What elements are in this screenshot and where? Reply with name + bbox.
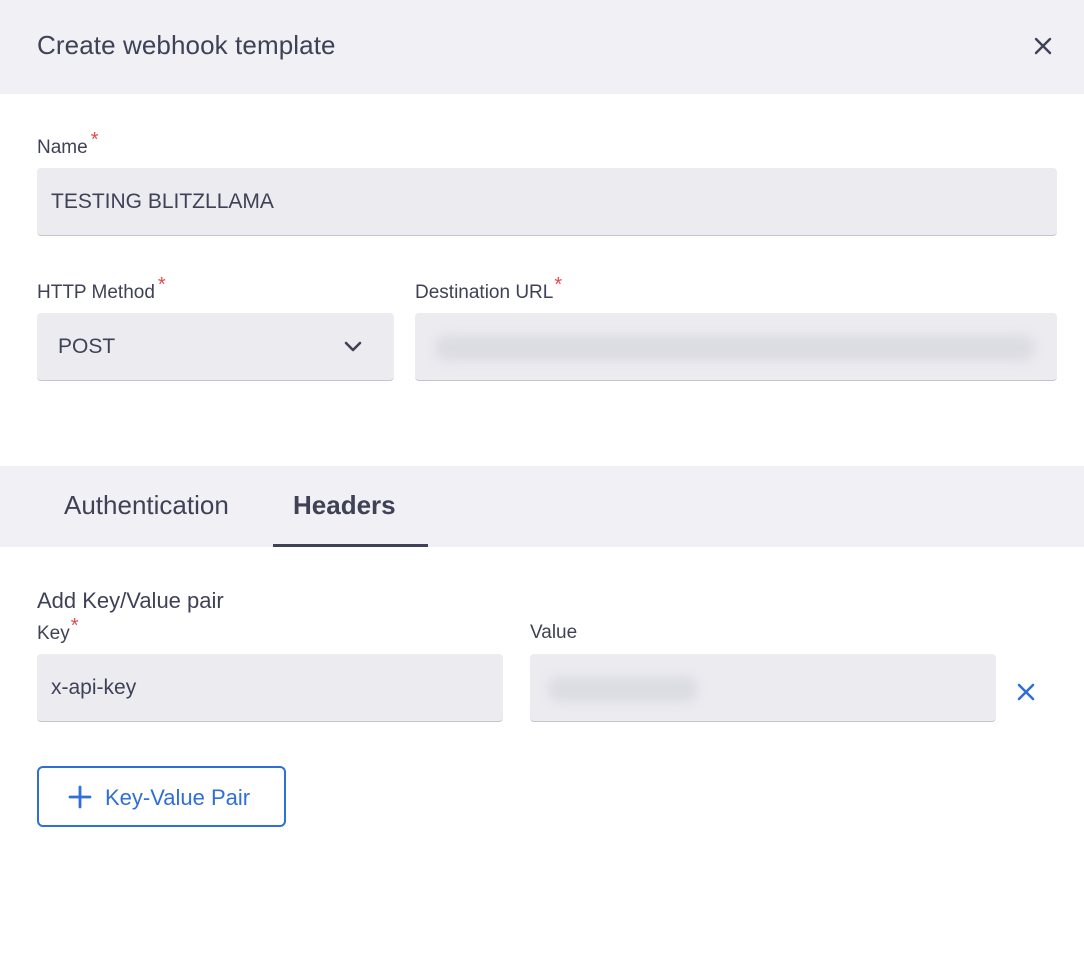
chevron-down-icon: [342, 338, 364, 356]
tab-headers-label: Headers: [293, 490, 396, 520]
active-tab-indicator: [273, 544, 428, 547]
add-key-value-pair-label: Key-Value Pair: [105, 785, 251, 810]
name-label-text: Name: [37, 137, 88, 158]
close-icon[interactable]: [1030, 33, 1056, 59]
http-method-label: HTTP Method *: [37, 274, 166, 304]
tab-authentication-label: Authentication: [64, 490, 229, 520]
destination-url-label: Destination URL*: [415, 274, 562, 304]
modal-title: Create webhook template: [37, 30, 336, 60]
destination-url-input[interactable]: [415, 313, 1057, 381]
plus-icon: [68, 785, 92, 809]
name-label: Name *: [37, 129, 98, 159]
http-method-label-text: HTTP Method: [37, 282, 155, 303]
header-key-input[interactable]: x-api-key: [37, 654, 503, 722]
http-method-select[interactable]: POST: [37, 313, 394, 381]
tabs-bar: Authentication Headers: [0, 466, 1084, 547]
add-key-value-pair-button[interactable]: Key-Value Pair: [37, 766, 286, 827]
header-value-input[interactable]: [530, 654, 996, 722]
key-label: Key*: [37, 615, 79, 645]
tab-headers[interactable]: Headers: [293, 466, 428, 547]
section-title: Add Key/Value pair: [37, 588, 224, 613]
tab-authentication[interactable]: Authentication: [64, 466, 254, 547]
blurred-header-value: [548, 676, 698, 702]
required-mark: *: [90, 129, 99, 151]
blurred-url-value: [435, 335, 1035, 361]
required-mark: *: [157, 274, 166, 296]
create-webhook-template-modal: Create webhook template Name * TESTING BL…: [0, 0, 1084, 974]
remove-pair-icon[interactable]: [1015, 681, 1037, 703]
required-mark: *: [70, 615, 79, 637]
required-mark: *: [554, 274, 563, 296]
value-label: Value: [530, 622, 578, 643]
header-key-value: x-api-key: [51, 675, 137, 699]
destination-url-label-text: Destination URL: [415, 282, 554, 303]
name-input[interactable]: TESTING BLITZLLAMA: [37, 168, 1057, 236]
name-input-value: TESTING BLITZLLAMA: [51, 189, 274, 213]
http-method-selected: POST: [58, 334, 116, 358]
key-label-text: Key: [37, 623, 70, 644]
modal-header: Create webhook template: [0, 0, 1084, 94]
